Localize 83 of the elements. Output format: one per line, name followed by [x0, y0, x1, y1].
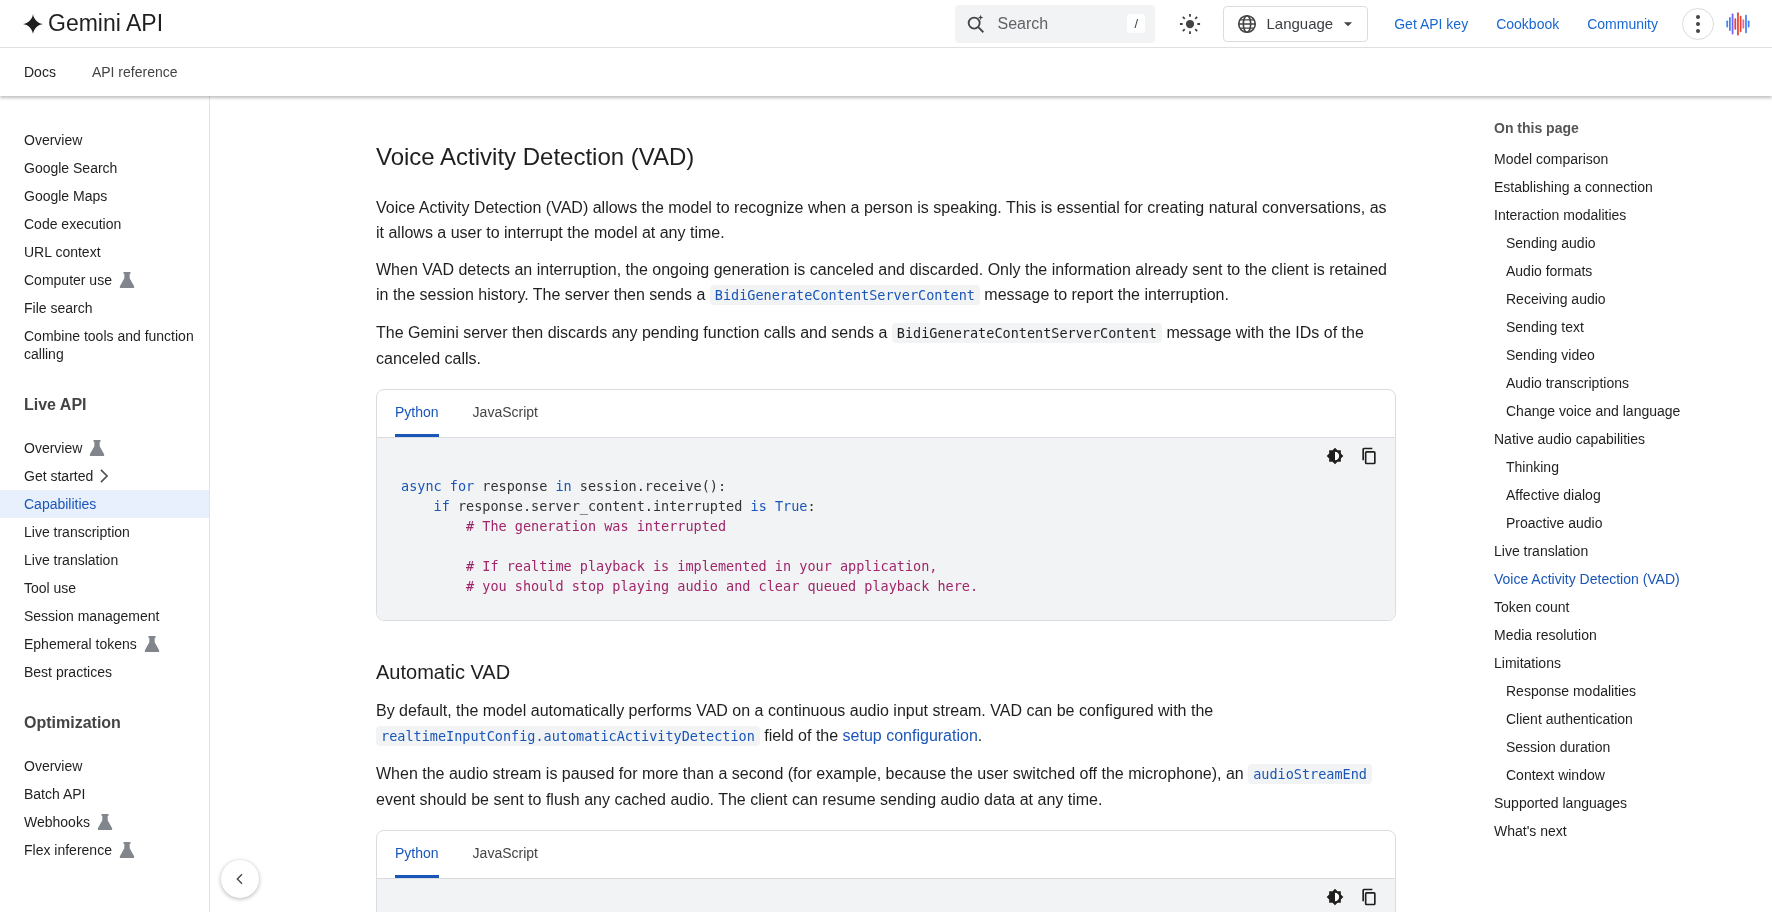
toc-link[interactable]: Audio formats	[1494, 257, 1593, 285]
toc-link[interactable]: Response modalities	[1494, 677, 1636, 705]
toc-link[interactable]: Native audio capabilities	[1494, 425, 1645, 453]
toc-link[interactable]: Audio transcriptions	[1494, 369, 1629, 397]
toc-link[interactable]: Session duration	[1494, 733, 1611, 761]
sun-icon	[1179, 12, 1202, 35]
language-button[interactable]: Language	[1223, 5, 1369, 42]
paragraph: When VAD detects an interruption, the ongoing generation is canceled and discarded. Only the information already sent to the client is retained in the session history. The server then sends a BidiGenerateContentServerContent message to report the interruption.	[376, 260, 1388, 307]
toc-link[interactable]: Sending text	[1494, 313, 1584, 341]
toc-link[interactable]: Receiving audio	[1494, 285, 1606, 313]
sidebar-item[interactable]: Live transcription	[0, 518, 209, 546]
header-link[interactable]: Community	[1587, 15, 1658, 32]
sidebar-item[interactable]: Overview	[0, 752, 209, 780]
toc-link[interactable]: Sending video	[1494, 341, 1595, 369]
toc-link[interactable]: Affective dialog	[1494, 481, 1601, 509]
toc-link[interactable]: Media resolution	[1494, 621, 1597, 649]
header-link[interactable]: Get API key	[1394, 15, 1469, 32]
toc-link[interactable]: Proactive audio	[1494, 509, 1603, 537]
copy-icon	[1359, 446, 1379, 466]
toc-link[interactable]: Voice Activity Detection (VAD)	[1494, 565, 1680, 593]
language-tab[interactable]: JavaScript	[472, 831, 538, 878]
waveform-icon	[1724, 9, 1752, 38]
sidebar-item[interactable]: Flex inference	[0, 836, 209, 864]
section-heading: Optimization	[23, 713, 122, 733]
text-link[interactable]: setup configuration	[842, 727, 978, 744]
paragraph: Voice Activity Detection (VAD) allows the model to recognize when a person is speaking. This is essential for creating natural conversations, as it allows a user to interrupt the model at any time.	[376, 198, 1388, 243]
sidebar-item[interactable]: Computer use	[0, 266, 209, 294]
contrast-icon	[1325, 887, 1345, 907]
toc-link[interactable]: Supported languages	[1494, 789, 1628, 817]
sidebar-item[interactable]: URL context	[0, 238, 209, 266]
nav-tab[interactable]: API reference	[91, 58, 178, 86]
toc-link[interactable]: Change voice and language	[1494, 397, 1681, 425]
toc-link[interactable]: Sending audio	[1494, 229, 1596, 257]
toc-link[interactable]: Establishing a connection	[1494, 173, 1653, 201]
sidebar-item[interactable]: Google Maps	[0, 182, 209, 210]
code-listing: async for response in session.receive(): if response.server_content.interrupted is True: # The generation was interrupted # If realtime playback is implemented in your application, # you should stop playing audio and clear queued playback here.	[401, 477, 980, 596]
section-subtitle: Automatic VAD	[376, 661, 512, 684]
paragraph: The Gemini server then discards any pending function calls and sends a BidiGenerateContentServerContent message with the IDs of the canceled calls.	[376, 322, 1365, 369]
toc-link[interactable]: Token count	[1494, 593, 1570, 621]
sidebar-item[interactable]: Google Search	[0, 154, 209, 182]
more-button[interactable]	[1682, 7, 1714, 40]
contrast-icon	[1325, 446, 1345, 466]
sidebar-item[interactable]: File search	[0, 294, 209, 322]
sidebar-item[interactable]: Ephemeral tokens	[0, 630, 209, 658]
sidebar-item[interactable]: Capabilities	[0, 490, 209, 518]
code-link[interactable]: audioStreamEnd	[1248, 764, 1372, 784]
sidebar-item[interactable]: Overview	[0, 126, 209, 154]
search-input[interactable]: Search	[995, 13, 1120, 34]
sidebar-item[interactable]: Get started	[0, 462, 209, 490]
inline-code: BidiGenerateContentServerContent	[891, 323, 1162, 343]
code-link[interactable]: BidiGenerateContentServerContent	[709, 285, 980, 305]
toc-link[interactable]: Context window	[1494, 761, 1605, 789]
sidebar-item[interactable]: Overview	[0, 434, 209, 462]
globe-icon	[1236, 12, 1259, 35]
copy-icon	[1359, 887, 1379, 907]
section-title: Voice Activity Detection (VAD)	[376, 143, 696, 171]
header-link[interactable]: Cookbook	[1496, 15, 1560, 32]
sidebar-item[interactable]: Code execution	[0, 210, 209, 238]
sidebar-item[interactable]: Live translation	[0, 546, 209, 574]
code-link[interactable]: realtimeInputConfig.automaticActivityDetection	[376, 726, 760, 746]
nav-tab[interactable]: Docs	[24, 58, 56, 86]
toc-link[interactable]: Interaction modalities	[1494, 201, 1627, 229]
search-field[interactable]: Search /	[955, 4, 1156, 43]
sidebar-item[interactable]: Session management	[0, 602, 209, 630]
sidebar-item[interactable]: Combine tools and function calling	[0, 322, 209, 368]
shortcut-key: /	[1127, 14, 1146, 33]
section-heading: Live API	[23, 395, 88, 415]
paragraph: When the audio stream is paused for more than a second (for example, because the user switched off the microphone), an audioStreamEnd event should be sent to flush any cached audio. The client can resume sending audio data at any time.	[376, 761, 1396, 812]
toc-link[interactable]: What's next	[1494, 817, 1567, 845]
toc-link[interactable]: Client authentication	[1494, 705, 1633, 733]
paragraph: By default, the model automatically performs VAD on a continuous audio input stream. VAD can be configured with the realtimeInputConfig.automaticActivityDetection field of the setup configuration.	[376, 701, 1215, 748]
sidebar-item[interactable]: Best practices	[0, 658, 209, 686]
sidebar-item[interactable]: Webhooks	[0, 808, 209, 836]
sidebar-item[interactable]: Batch API	[0, 780, 209, 808]
logo-text[interactable]: Gemini API	[48, 10, 164, 37]
toc-link[interactable]: Live translation	[1494, 537, 1589, 565]
language-tab[interactable]: JavaScript	[472, 390, 538, 437]
toc-link[interactable]: Model comparison	[1494, 145, 1609, 173]
more-icon	[1696, 14, 1700, 33]
toc-link[interactable]: Thinking	[1494, 453, 1559, 481]
toc-link[interactable]: Limitations	[1494, 649, 1561, 677]
sidebar-item[interactable]: Tool use	[0, 574, 209, 602]
toc-heading: On this page	[1494, 120, 1579, 136]
